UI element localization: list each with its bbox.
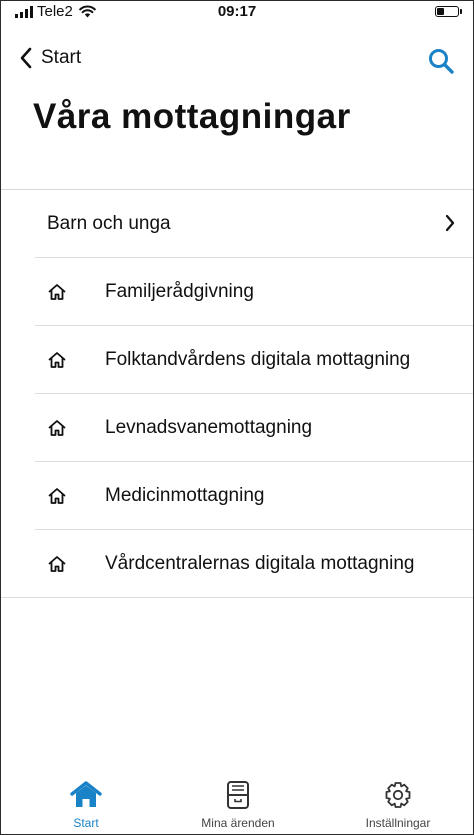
home-outline-icon [48, 488, 66, 504]
search-icon[interactable] [427, 47, 455, 75]
battery-icon [435, 6, 462, 17]
tab-mina-arenden[interactable]: Mina ärenden [178, 780, 298, 830]
tab-label: Mina ärenden [201, 816, 275, 830]
home-outline-icon [48, 556, 66, 572]
list-item[interactable]: Familjerådgivning [1, 258, 473, 326]
list-item-category[interactable]: Barn och unga [1, 190, 473, 258]
chevron-left-icon [20, 47, 32, 69]
navigation-bar: Start [1, 41, 473, 81]
tab-label: Inställningar [365, 816, 431, 830]
list-item[interactable]: Levnadsvanemottagning [1, 394, 473, 462]
tab-label: Start [73, 816, 99, 830]
back-label: Start [41, 47, 82, 68]
home-outline-icon [48, 420, 66, 436]
app-screen: Tele2 09:17 Start Våra mottagningar Barn… [0, 0, 474, 835]
clinic-list: Barn och unga Familjerådgivning Folktand… [1, 189, 473, 598]
inbox-tray-icon [227, 781, 249, 809]
category-label: Barn och unga [47, 213, 171, 234]
list-item[interactable]: Folktandvårdens digitala mottagning [1, 326, 473, 394]
clock: 09:17 [217, 3, 257, 20]
list-item[interactable]: Vårdcentralernas digitala mottagning [1, 530, 473, 598]
list-item-label: Folktandvårdens digitala mottagning [105, 349, 411, 370]
tab-bar: Start Mina ärenden Inställningar [1, 764, 473, 834]
tab-start[interactable]: Start [26, 780, 146, 830]
back-button[interactable]: Start [19, 47, 81, 69]
list-item-label: Vårdcentralernas digitala mottagning [105, 553, 415, 574]
list-item-label: Medicinmottagning [105, 485, 265, 506]
tab-installningar[interactable]: Inställningar [338, 780, 458, 830]
home-outline-icon [48, 284, 66, 300]
chevron-right-icon [445, 214, 455, 232]
status-bar: Tele2 09:17 [1, 1, 473, 23]
home-outline-icon [48, 352, 66, 368]
gear-icon [385, 782, 411, 808]
list-item-label: Levnadsvanemottagning [105, 417, 313, 438]
home-icon [70, 781, 102, 807]
list-item[interactable]: Medicinmottagning [1, 462, 473, 530]
list-item-label: Familjerådgivning [105, 281, 254, 302]
page-title: Våra mottagningar [33, 97, 351, 136]
